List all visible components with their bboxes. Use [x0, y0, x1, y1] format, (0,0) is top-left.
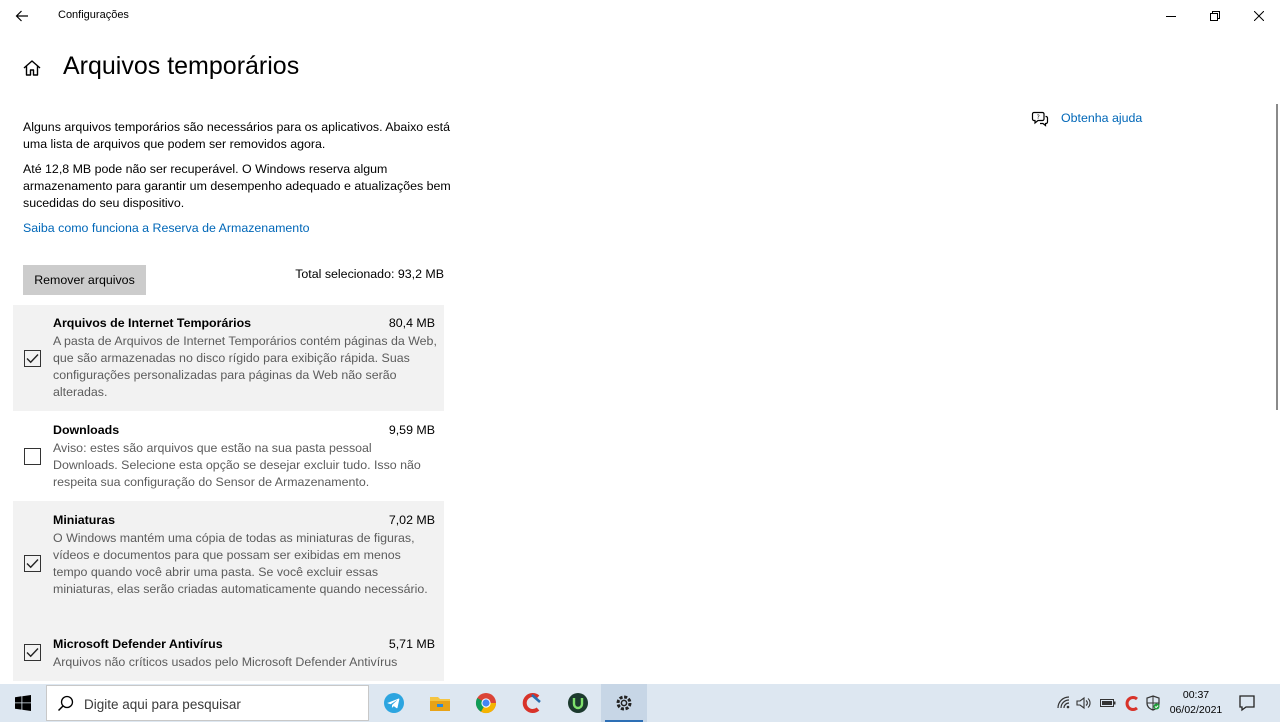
taskbar-file-explorer[interactable]: [417, 684, 463, 722]
home-icon[interactable]: [22, 58, 42, 78]
taskbar-ccleaner[interactable]: [509, 684, 555, 722]
minimize-icon: [1166, 16, 1176, 17]
page-title: Arquivos temporários: [63, 52, 300, 80]
checkbox-thumbnails[interactable]: [24, 555, 41, 572]
item-size: 80,4 MB: [388, 316, 435, 330]
battery-icon: [1100, 699, 1116, 707]
item-size: 5,71 MB: [388, 637, 435, 651]
tray-ccleaner[interactable]: [1124, 695, 1140, 711]
storage-reserve-link[interactable]: Saiba como funciona a Reserva de Armazen…: [23, 221, 310, 235]
settings-icon: [616, 695, 632, 711]
scrollbar[interactable]: [1276, 104, 1278, 410]
chrome-icon: [475, 693, 497, 714]
search-placeholder: Digite aqui para pesquisar: [84, 697, 241, 712]
item-name: Microsoft Defender Antivírus: [53, 637, 223, 651]
tray-network[interactable]: [1056, 695, 1072, 711]
get-help-link[interactable]: Obtenha ajuda: [1061, 111, 1142, 125]
list-item-thumbnails[interactable]: Miniaturas 7,02 MB O Windows mantém uma …: [13, 501, 444, 625]
item-name: Downloads: [53, 423, 120, 437]
intro-text: Alguns arquivos temporários são necessár…: [23, 120, 451, 151]
start-button[interactable]: [0, 684, 46, 722]
tray-security[interactable]: [1145, 695, 1161, 711]
notification-center-icon[interactable]: [1236, 692, 1258, 714]
reserve-text: Até 12,8 MB pode não ser recuperável. O …: [23, 162, 451, 210]
taskbar-clock[interactable]: 00:37 06/02/2021: [1162, 688, 1230, 718]
help-chat-icon[interactable]: ?: [1031, 110, 1049, 128]
taskbar-telegram[interactable]: [371, 684, 417, 722]
windows-logo-icon: [15, 695, 31, 711]
taskbar-chrome[interactable]: [463, 684, 509, 722]
back-button[interactable]: [8, 4, 36, 28]
item-size: 7,02 MB: [388, 513, 435, 527]
restore-icon: [1210, 11, 1220, 21]
ccleaner-tray-icon: [1125, 695, 1138, 711]
item-description: Arquivos não críticos usados pelo Micros…: [53, 655, 398, 669]
close-icon: [1254, 11, 1264, 21]
wifi-icon: [1057, 696, 1070, 709]
checkmark-icon: [26, 354, 39, 364]
item-size: 9,59 MB: [388, 423, 435, 437]
utorrent-icon: [568, 693, 588, 713]
item-description: O Windows mantém uma cópia de todas as m…: [53, 531, 428, 596]
remove-files-button[interactable]: Remover arquivos: [23, 265, 146, 295]
list-item-temporary-internet-files[interactable]: Arquivos de Internet Temporários 80,4 MB…: [13, 305, 444, 411]
minimize-button[interactable]: [1148, 3, 1194, 29]
taskbar-search[interactable]: Digite aqui para pesquisar: [46, 685, 369, 721]
checkbox-downloads[interactable]: [24, 448, 41, 465]
app-title: Configurações: [58, 9, 129, 21]
clock-time: 00:37: [1182, 689, 1210, 701]
shield-icon: [1146, 695, 1160, 711]
checkmark-icon: [26, 559, 39, 569]
taskbar-settings[interactable]: [601, 684, 647, 722]
tray-volume[interactable]: [1076, 695, 1092, 711]
tray-battery[interactable]: [1100, 695, 1116, 711]
checkbox-temporary-internet-files[interactable]: [24, 350, 41, 367]
close-button[interactable]: [1236, 3, 1280, 29]
taskbar-utorrent[interactable]: [555, 684, 601, 722]
clock-date: 06/02/2021: [1169, 704, 1223, 716]
item-description: A pasta de Arquivos de Internet Temporár…: [53, 334, 437, 399]
checkmark-icon: [26, 648, 39, 658]
item-description: Aviso: estes são arquivos que estão na s…: [53, 441, 421, 489]
item-name: Arquivos de Internet Temporários: [53, 316, 252, 330]
telegram-icon: [384, 693, 404, 713]
file-explorer-icon: [430, 697, 450, 711]
checkbox-defender-antivirus[interactable]: [24, 644, 41, 661]
list-item-downloads[interactable]: Downloads 9,59 MB Aviso: estes são arqui…: [13, 411, 444, 501]
taskbar: Digite aqui para pesquisar 00:37 06/02/2…: [0, 684, 1280, 722]
total-selected: Total selecionado: 93,2 MB: [295, 267, 444, 281]
restore-button[interactable]: [1192, 3, 1238, 29]
search-icon: [57, 695, 74, 712]
item-name: Miniaturas: [53, 513, 115, 527]
title-bar: Configurações: [0, 0, 1280, 32]
ccleaner-icon: [522, 693, 541, 713]
back-arrow-icon: [15, 10, 28, 22]
svg-text:?: ?: [1037, 114, 1040, 121]
volume-icon: [1076, 696, 1091, 710]
list-item-defender-antivirus[interactable]: Microsoft Defender Antivírus 5,71 MB Arq…: [13, 625, 444, 681]
